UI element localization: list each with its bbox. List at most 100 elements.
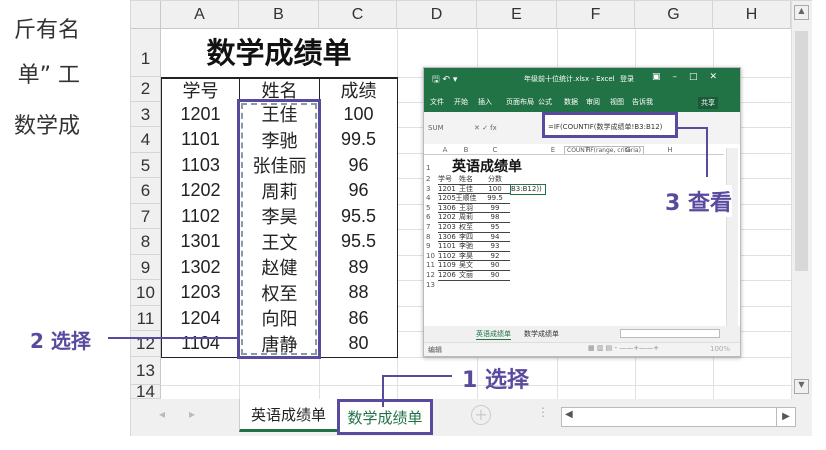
table-cell[interactable]: 80 [319,331,398,358]
scroll-up-icon[interactable]: ▲ [794,5,809,20]
inset-tab-math[interactable]: 数学成绩单 [524,329,559,339]
sheet-tab-math[interactable]: 数学成绩单 [337,399,433,435]
inset-col-header[interactable]: F [570,146,606,154]
inset-row-header[interactable]: 9 [426,242,430,250]
tab-prev-icon[interactable]: ◂ [159,407,165,421]
table-cell[interactable]: 88 [319,280,398,307]
inset-tab-english[interactable]: 英语成绩单 [476,329,511,340]
inset-col-header[interactable]: A [438,146,452,154]
scroll-down-icon[interactable]: ▼ [794,379,809,394]
inset-row-header[interactable]: 1 [426,164,430,172]
column-label[interactable]: 学号 [161,77,240,103]
table-cell[interactable]: 1302 [161,254,240,281]
row-header-3[interactable]: 3 [131,101,161,127]
inset-hscroll[interactable] [620,329,720,338]
inset-cell[interactable]: 95 [480,223,510,233]
table-cell[interactable]: 1104 [161,331,240,358]
inset-cell[interactable]: 1203 [438,223,456,233]
inset-cell[interactable]: 李昊 [452,252,480,262]
inset-cell[interactable]: 分数 [480,175,510,185]
inset-cell[interactable]: 1306 [438,204,456,214]
tab-splitter[interactable]: ⋮ [537,405,549,419]
table-cell[interactable]: 95.5 [319,203,398,230]
table-cell[interactable]: 1204 [161,305,240,332]
inset-cell[interactable]: 99.5 [480,194,510,204]
active-edit-cell[interactable]: B3:B12)) [510,184,546,195]
inset-cell[interactable]: 1205 [438,194,456,204]
row-header-2[interactable]: 2 [131,77,161,102]
inset-row-header[interactable]: 12 [426,271,435,279]
inset-cell[interactable]: 1109 [438,261,456,271]
inset-cell[interactable]: 王羽 [452,204,480,214]
inset-cell[interactable]: 权至 [452,223,480,233]
scroll-right-icon[interactable]: ▶ [776,407,796,427]
column-label[interactable]: 成绩 [319,77,398,103]
inset-row-header[interactable]: 6 [426,213,430,221]
tab-next-icon[interactable]: ▸ [189,407,195,421]
inset-cell[interactable]: 姓名 [452,175,480,185]
inset-cell[interactable]: 1206 [438,271,456,281]
inset-cell[interactable]: 1101 [438,242,456,252]
scroll-thumb[interactable] [795,31,808,271]
inset-row-header[interactable]: 13 [426,281,435,289]
window-controls[interactable]: ▣–□✕ [652,72,729,82]
ribbon-tab[interactable]: 公式 [538,97,552,107]
table-cell[interactable]: 1201 [161,101,240,128]
table-cell[interactable]: 86 [319,305,398,332]
inset-cell[interactable]: 1306 [438,233,456,243]
inset-row-header[interactable]: 5 [426,204,430,212]
ribbon-tab[interactable]: 插入 [478,97,492,107]
add-sheet-icon[interactable]: + [471,405,491,425]
inset-cell[interactable]: 学号 [438,175,452,185]
ribbon-tab[interactable]: 文件 [430,97,444,107]
row-header-8[interactable]: 8 [131,229,161,255]
row-header-7[interactable]: 7 [131,203,161,229]
horizontal-scrollbar[interactable] [561,407,781,427]
inset-cell[interactable]: 王佳 [452,185,480,195]
inset-cell[interactable]: 李四 [452,233,480,243]
table-cell[interactable]: 96 [319,152,398,179]
row-header-4[interactable]: 4 [131,127,161,153]
table-cell[interactable]: 99.5 [319,127,398,154]
inset-cell[interactable]: 1102 [438,252,456,262]
inset-row-header[interactable]: 8 [426,233,430,241]
ribbon-tab[interactable]: 开始 [454,97,468,107]
ribbon-tab[interactable]: 数据 [564,97,578,107]
inset-cell[interactable]: 99 [480,204,510,214]
table-cell[interactable]: 96 [319,178,398,205]
sheet-tab-english[interactable]: 英语成绩单 [239,399,337,432]
inset-cell[interactable]: 吴文 [452,261,480,271]
column-header-H[interactable]: H [713,1,791,29]
inset-cell[interactable]: 92 [480,252,510,262]
select-all-corner[interactable] [131,1,161,29]
table-cell[interactable]: 1301 [161,229,240,256]
column-header-B[interactable]: B [239,1,319,29]
inset-cell[interactable]: 90 [480,261,510,271]
table-cell[interactable]: 100 [319,101,398,128]
inset-cell[interactable]: 文丽 [452,271,480,281]
inset-cell[interactable]: 93 [480,242,510,252]
ribbon-tab[interactable]: 共享 [698,97,718,109]
row-header-13[interactable]: 13 [131,356,161,385]
table-cell[interactable]: 1103 [161,152,240,179]
row-header-1[interactable]: 1 [131,29,161,77]
inset-cell[interactable]: 李驰 [452,242,480,252]
column-header-F[interactable]: F [557,1,635,29]
table-cell[interactable]: 95.5 [319,229,398,256]
row-header-11[interactable]: 11 [131,305,161,331]
inset-row-header[interactable]: 11 [426,261,435,269]
inset-col-header[interactable]: G [606,146,650,154]
login-link[interactable]: 登录 [620,74,634,84]
column-header-E[interactable]: E [477,1,557,29]
row-header-9[interactable]: 9 [131,254,161,280]
inset-cell[interactable]: 94 [480,233,510,243]
column-header-D[interactable]: D [397,1,477,29]
table-cell[interactable]: 1202 [161,178,240,205]
row-header-12[interactable]: 12 [131,331,161,357]
row-header-10[interactable]: 10 [131,280,161,306]
inset-col-header[interactable]: B [452,146,480,154]
column-header-A[interactable]: A [161,1,239,29]
inset-cell[interactable]: 90 [480,271,510,281]
column-header-C[interactable]: C [319,1,397,29]
table-cell[interactable]: 89 [319,254,398,281]
